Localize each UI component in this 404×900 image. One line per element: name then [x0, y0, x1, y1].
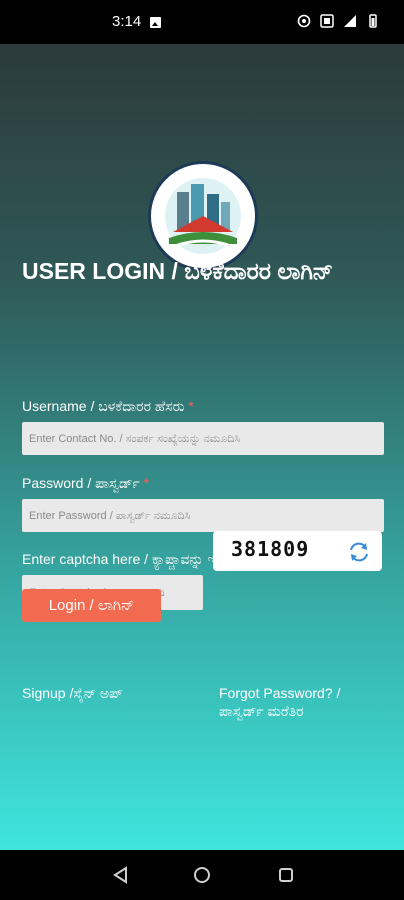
hotspot-icon — [297, 14, 311, 28]
page-title: USER LOGIN / ಬಳಕೆದಾರರ ಲಾಗಿನ್ — [22, 258, 334, 284]
password-label-text: Password / ಪಾಸ್ವರ್ಡ್ — [22, 475, 140, 491]
required-asterisk: * — [188, 398, 194, 414]
status-icons — [297, 14, 380, 28]
signal-icon — [344, 15, 356, 27]
refresh-captcha-icon[interactable] — [347, 540, 371, 564]
recent-apps-icon[interactable] — [278, 867, 294, 883]
status-bar: 3:14 — [0, 0, 404, 44]
captcha-text: 381809 — [231, 537, 310, 561]
username-label: Username / ಬಳಕೆದಾರರ ಹೆಸರು * — [22, 398, 194, 415]
forgot-password-link[interactable]: Forgot Password? / ಪಾಸ್ವರ್ಡ್ ಮರೆತಿರ — [219, 684, 369, 720]
username-input[interactable] — [22, 422, 384, 455]
signup-link[interactable]: Signup /ಸೈನ್ ಅಪ್ — [22, 684, 123, 702]
password-label: Password / ಪಾಸ್ವರ್ಡ್ * — [22, 475, 149, 492]
captcha-image: 381809 — [213, 531, 382, 571]
volte-icon — [320, 14, 334, 28]
image-notification-icon — [150, 17, 161, 28]
login-screen: USER LOGIN / ಬಳಕೆದಾರರ ಲಾಗಿನ್ Username / … — [0, 44, 404, 850]
battery-icon — [369, 14, 377, 28]
username-label-text: Username / ಬಳಕೆದಾರರ ಹೆಸರು — [22, 398, 185, 414]
back-icon[interactable] — [112, 866, 130, 884]
status-time: 3:14 — [112, 13, 142, 30]
login-button[interactable]: Login / ಲಾಗಿನ್ — [22, 589, 161, 622]
required-asterisk: * — [143, 475, 150, 491]
system-nav-bar — [0, 850, 404, 900]
password-input[interactable] — [22, 499, 384, 532]
home-icon[interactable] — [193, 866, 211, 884]
